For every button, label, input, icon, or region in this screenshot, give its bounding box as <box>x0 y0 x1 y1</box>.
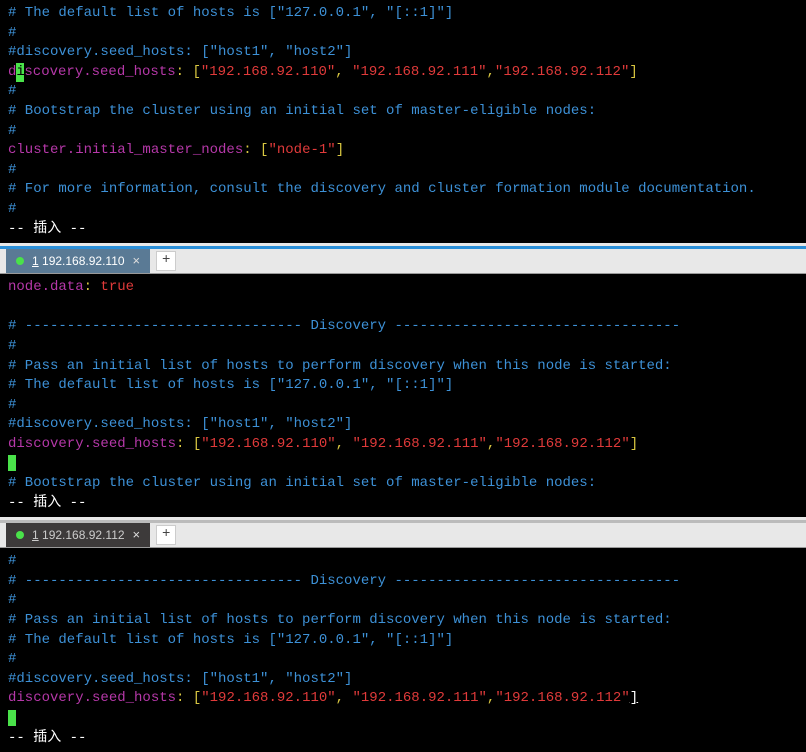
add-tab-button[interactable]: + <box>156 251 176 271</box>
tab-bar: 1 192.168.92.110 × + <box>0 246 806 274</box>
config-line: # <box>8 396 798 416</box>
config-line: cluster.initial_master_nodes: ["node-1"] <box>8 141 798 161</box>
cursor-line <box>8 709 798 729</box>
connection-status-icon <box>16 531 24 539</box>
config-line: #discovery.seed_hosts: ["host1", "host2"… <box>8 415 798 435</box>
config-line: # For more information, consult the disc… <box>8 180 798 200</box>
tab-number: 1 <box>32 528 39 542</box>
vim-mode-status: -- 插入 -- <box>8 729 798 749</box>
terminal-pane-2[interactable]: node.data: true # ----------------------… <box>0 274 806 517</box>
config-line: #discovery.seed_hosts: ["host1", "host2"… <box>8 670 798 690</box>
tab-label: 192.168.92.110 <box>39 254 125 268</box>
tab-number: 1 <box>32 254 39 268</box>
terminal-tab[interactable]: 1 192.168.92.112 × <box>6 523 150 547</box>
config-line: # Bootstrap the cluster using an initial… <box>8 474 798 494</box>
config-line: # <box>8 24 798 44</box>
cursor <box>8 710 16 726</box>
config-line: discovery.seed_hosts: ["192.168.92.110",… <box>8 63 798 83</box>
tab-bar: 1 192.168.92.112 × + <box>0 520 806 548</box>
config-line <box>8 298 798 318</box>
close-icon[interactable]: × <box>133 526 141 544</box>
config-line: discovery.seed_hosts: ["192.168.92.110",… <box>8 435 798 455</box>
config-line: # The default list of hosts is ["127.0.0… <box>8 4 798 24</box>
config-line: # <box>8 337 798 357</box>
config-line: # Bootstrap the cluster using an initial… <box>8 102 798 122</box>
config-line: # Pass an initial list of hosts to perfo… <box>8 611 798 631</box>
vim-mode-status: -- 插入 -- <box>8 220 798 240</box>
tab-label: 192.168.92.112 <box>39 528 125 542</box>
terminal-pane-1[interactable]: # The default list of hosts is ["127.0.0… <box>0 0 806 243</box>
terminal-tab[interactable]: 1 192.168.92.110 × <box>6 249 150 273</box>
config-line: # --------------------------------- Disc… <box>8 572 798 592</box>
config-line: # <box>8 591 798 611</box>
connection-status-icon <box>16 257 24 265</box>
config-line: node.data: true <box>8 278 798 298</box>
config-line: # <box>8 122 798 142</box>
config-line: #discovery.seed_hosts: ["host1", "host2"… <box>8 43 798 63</box>
config-line: # The default list of hosts is ["127.0.0… <box>8 631 798 651</box>
config-line: # The default list of hosts is ["127.0.0… <box>8 376 798 396</box>
config-line: # <box>8 552 798 572</box>
cursor <box>8 455 16 471</box>
config-line: # <box>8 82 798 102</box>
config-line: # <box>8 650 798 670</box>
config-line: # <box>8 161 798 181</box>
close-icon[interactable]: × <box>133 252 141 270</box>
config-line: discovery.seed_hosts: ["192.168.92.110",… <box>8 689 798 709</box>
config-line: # Pass an initial list of hosts to perfo… <box>8 357 798 377</box>
vim-mode-status: -- 插入 -- <box>8 494 798 514</box>
config-line: # <box>8 200 798 220</box>
config-line: # --------------------------------- Disc… <box>8 317 798 337</box>
terminal-pane-3[interactable]: # # --------------------------------- Di… <box>0 548 806 752</box>
add-tab-button[interactable]: + <box>156 525 176 545</box>
cursor-line <box>8 454 798 474</box>
